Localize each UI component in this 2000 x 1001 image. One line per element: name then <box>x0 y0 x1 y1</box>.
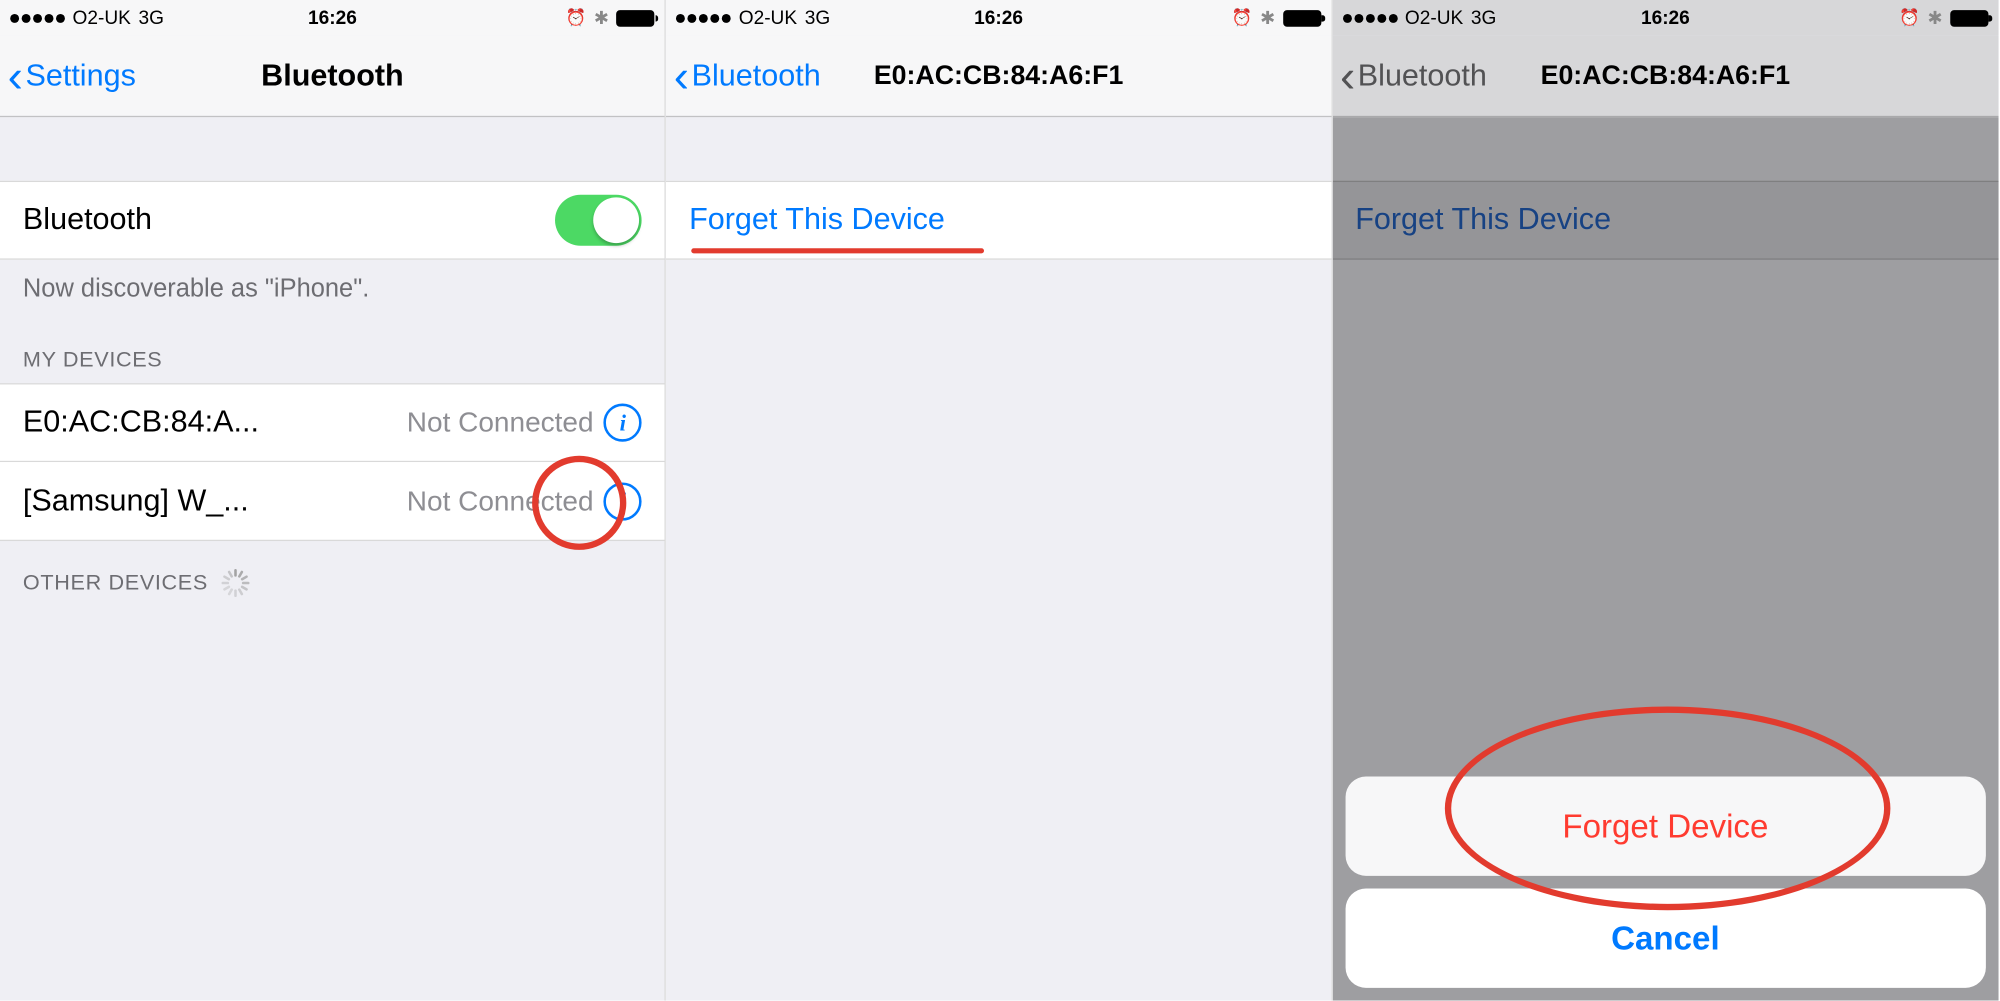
action-sheet: Forget Device Cancel <box>1345 764 1986 988</box>
clock-label: 16:26 <box>1332 7 1998 29</box>
forget-device-confirm-button[interactable]: Forget Device <box>1345 777 1986 876</box>
back-label: Settings <box>25 58 135 94</box>
battery-icon <box>1283 10 1321 27</box>
info-icon[interactable]: i <box>604 482 642 520</box>
cancel-button[interactable]: Cancel <box>1345 889 1986 988</box>
screen-bluetooth-list: O2-UK 3G 16:26 ⏰ ✱ ‹ Settings Bluetooth … <box>0 0 666 1001</box>
battery-icon <box>617 10 655 27</box>
device-status: Not Connected <box>249 484 604 517</box>
screen-forget-confirm: O2-UK 3G 16:26 ⏰ ✱ ‹ Bluetooth E0:AC:CB:… <box>1332 0 1998 1001</box>
battery-icon <box>1950 10 1988 27</box>
chevron-left-icon: ‹ <box>1340 53 1355 99</box>
back-label: Bluetooth <box>1358 58 1487 94</box>
device-row[interactable]: E0:AC:CB:84:A... Not Connected i <box>0 383 665 462</box>
forget-device-label: Forget This Device <box>689 202 945 236</box>
forget-device-button[interactable]: Forget This Device <box>666 181 1331 260</box>
clock-label: 16:26 <box>666 7 1331 29</box>
device-status: Not Connected <box>259 406 604 439</box>
spinner-icon <box>221 569 249 597</box>
forget-device-label: Forget This Device <box>1355 202 1611 236</box>
nav-bar: ‹ Settings Bluetooth <box>0 36 665 117</box>
bluetooth-toggle-row: Bluetooth <box>0 181 665 260</box>
back-button[interactable]: ‹ Settings <box>0 53 136 99</box>
nav-bar: ‹ Bluetooth E0:AC:CB:84:A6:F1 <box>1332 36 1998 117</box>
bluetooth-toggle[interactable] <box>555 195 642 246</box>
status-bar: O2-UK 3G 16:26 ⏰ ✱ <box>1332 0 1998 36</box>
device-name: E0:AC:CB:84:A... <box>23 405 259 441</box>
clock-label: 16:26 <box>0 7 665 29</box>
chevron-left-icon: ‹ <box>674 53 689 99</box>
device-name: [Samsung] W_... <box>23 483 249 519</box>
screen-device-detail: O2-UK 3G 16:26 ⏰ ✱ ‹ Bluetooth E0:AC:CB:… <box>666 0 1332 1001</box>
other-devices-header: OTHER DEVICES <box>0 541 665 607</box>
chevron-left-icon: ‹ <box>8 53 23 99</box>
annotation-underline <box>692 248 985 253</box>
back-button[interactable]: ‹ Bluetooth <box>666 53 821 99</box>
back-button: ‹ Bluetooth <box>1332 53 1487 99</box>
device-row[interactable]: [Samsung] W_... Not Connected i <box>0 462 665 541</box>
status-bar: O2-UK 3G 16:26 ⏰ ✱ <box>0 0 665 36</box>
my-devices-header: MY DEVICES <box>0 320 665 384</box>
forget-device-button: Forget This Device <box>1332 181 1998 260</box>
nav-bar: ‹ Bluetooth E0:AC:CB:84:A6:F1 <box>666 36 1331 117</box>
info-icon[interactable]: i <box>604 404 642 442</box>
status-bar: O2-UK 3G 16:26 ⏰ ✱ <box>666 0 1331 36</box>
discoverable-footnote: Now discoverable as "iPhone". <box>0 260 665 320</box>
back-label: Bluetooth <box>692 58 821 94</box>
bluetooth-label: Bluetooth <box>23 202 152 238</box>
